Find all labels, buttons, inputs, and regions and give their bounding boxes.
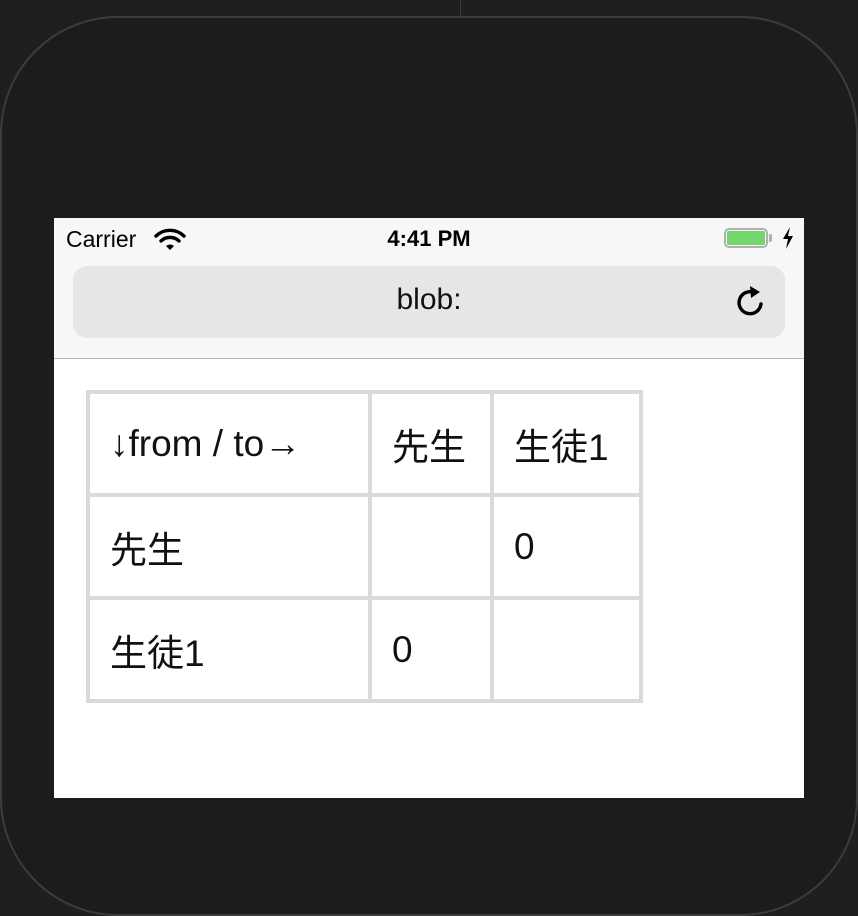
battery-level-fill: [727, 231, 765, 245]
browser-top-bar: Carrier 4:41 PM blob:: [54, 218, 804, 359]
header-cell-student1: 生徒1: [492, 392, 641, 495]
table-cell: [492, 598, 641, 701]
page-content: ↓from / to→ 先生 生徒1 先生 0 生徒1 0: [54, 359, 804, 798]
header-cell-corner: ↓from / to→: [88, 392, 370, 495]
phone-screen: Carrier 4:41 PM blob: ↓from / to→ 先生 生徒1…: [54, 218, 804, 798]
table-row: 生徒1 0: [88, 598, 641, 701]
row-label-teacher: 先生: [88, 495, 370, 598]
address-bar[interactable]: blob:: [73, 266, 785, 338]
row-label-student1: 生徒1: [88, 598, 370, 701]
header-cell-teacher: 先生: [370, 392, 492, 495]
charging-bolt-icon: [783, 227, 793, 249]
table-cell: 0: [492, 495, 641, 598]
from-to-table: ↓from / to→ 先生 生徒1 先生 0 生徒1 0: [86, 390, 643, 703]
address-text[interactable]: blob:: [73, 283, 785, 317]
table-cell: [370, 495, 492, 598]
table-header-row: ↓from / to→ 先生 生徒1: [88, 392, 641, 495]
reload-icon[interactable]: [733, 282, 769, 322]
battery-icon: [724, 228, 772, 248]
table-row: 先生 0: [88, 495, 641, 598]
status-time: 4:41 PM: [387, 226, 471, 251]
table-cell: 0: [370, 598, 492, 701]
status-bar: Carrier 4:41 PM: [54, 218, 804, 260]
